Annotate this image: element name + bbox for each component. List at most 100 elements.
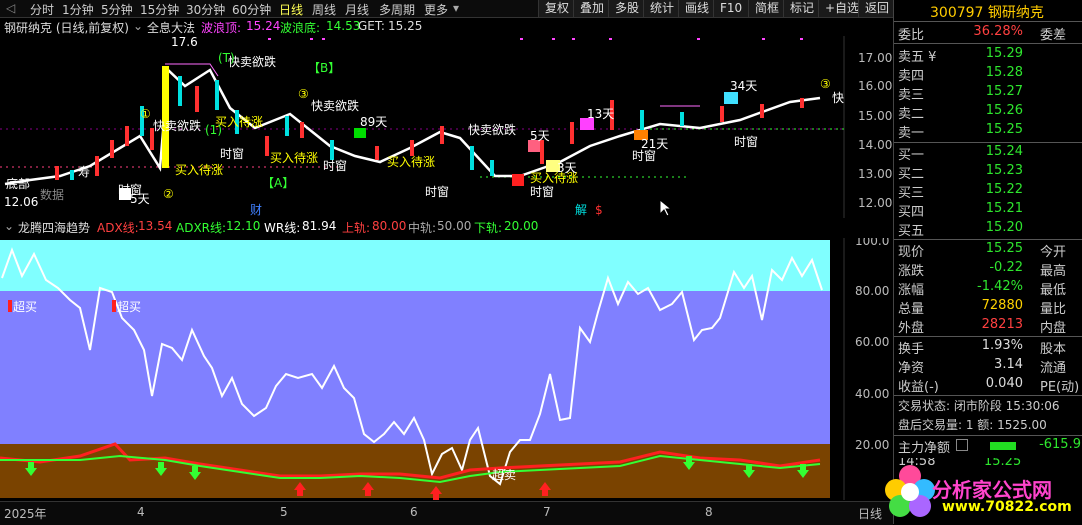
stat-row-change: 涨跌 -0.22 最高 [894, 260, 1082, 279]
sell4-label: 卖四 [898, 69, 925, 84]
annot-d13: 13天 [587, 107, 614, 121]
overlay-button[interactable]: 叠加 [573, 0, 610, 17]
sell1-row[interactable]: 卖一 15.25 [894, 122, 1082, 141]
annot-d5b: 5天 [130, 192, 150, 206]
main-flow-value: -615.9 [1039, 437, 1081, 452]
price-chart[interactable]: 快卖欲跌 快卖欲跌 快卖欲跌 快卖欲跌 买入待涨 买入待涨 买入待涨 买入待涨 … [0, 36, 893, 218]
stat-value: 28213 [981, 317, 1023, 332]
overbuy-label-2: 超买 [117, 299, 141, 314]
sell3-label: 卖三 [898, 88, 925, 103]
annot-buy3: 买入待涨 [270, 150, 318, 165]
wave-top-label: 波浪顶: [201, 21, 242, 35]
wave-bottom-label: 波浪底: [280, 21, 321, 35]
simple-frame-button[interactable]: 简框 [748, 0, 785, 17]
annot-d3: 3天 [557, 161, 577, 175]
buy5-price: 15.20 [985, 220, 1023, 235]
annot-t3: 时窗 [425, 185, 449, 199]
buy1-row[interactable]: 买一 15.24 [894, 144, 1082, 163]
annot-circle3: ③ [298, 87, 309, 101]
tab-5min[interactable]: 5分钟 [101, 1, 133, 18]
sell2-row[interactable]: 卖二 15.26 [894, 103, 1082, 122]
more-chevron-icon[interactable]: ▾ [453, 1, 459, 15]
tab-weekly[interactable]: 周线 [312, 1, 336, 18]
annot-d34: 34天 [730, 79, 757, 93]
sell3-row[interactable]: 卖三 15.27 [894, 84, 1082, 103]
date-2025: 2025年 [4, 507, 47, 521]
stat-right-label: 最高 [1040, 264, 1067, 279]
mark-button[interactable]: 标记 [783, 0, 820, 17]
ind-tick-60: 60.00 [855, 335, 889, 349]
chevron-left-icon[interactable]: ◁ [6, 1, 15, 15]
stat-label: 总量 [898, 302, 925, 317]
tab-60min[interactable]: 60分钟 [232, 1, 271, 18]
tab-30min[interactable]: 30分钟 [186, 1, 225, 18]
overbought-band [0, 240, 830, 291]
price-tick-13: 13.00 [858, 167, 892, 181]
divider [894, 239, 1082, 240]
fuquan-button[interactable]: 复权 [538, 0, 575, 17]
tab-multi-period[interactable]: 多周期 [379, 1, 415, 18]
stat2-value: 3.14 [994, 357, 1023, 372]
buy3-row[interactable]: 买三 15.22 [894, 182, 1082, 201]
annot-tihu: 寿 [78, 165, 90, 179]
weibi-label: 委比 [898, 28, 925, 43]
indicator-toggle-icon-2[interactable]: ⌄ [4, 219, 14, 233]
weibi-value: 36.28% [973, 24, 1023, 39]
sell2-price: 15.26 [985, 103, 1023, 118]
flower-logo-icon [885, 465, 935, 517]
indicator2-name[interactable]: 龙腾四海趋势 [18, 219, 90, 236]
sell4-price: 15.28 [985, 65, 1023, 80]
price-tick-14: 14.00 [858, 138, 892, 152]
buy2-label: 买二 [898, 167, 925, 182]
overbuy-marker [8, 300, 12, 312]
stats-button[interactable]: 统计 [643, 0, 680, 17]
tab-1min[interactable]: 1分钟 [62, 1, 94, 18]
weicha-label: 委差 [1040, 28, 1067, 43]
tab-fenshi[interactable]: 分时 [30, 1, 54, 18]
tab-monthly[interactable]: 月线 [345, 1, 369, 18]
date-axis: 2025年 4 5 6 7 8 日线 [0, 501, 893, 525]
tab-daily[interactable]: 日线 [279, 1, 303, 18]
f10-button[interactable]: F10 [713, 0, 748, 17]
lower-value: 20.00 [504, 219, 539, 233]
sell1-label: 卖一 [898, 126, 925, 141]
stat2-label: 净资 [898, 361, 925, 376]
buy4-row[interactable]: 买四 15.21 [894, 201, 1082, 220]
mid-value: 50.00 [437, 219, 472, 233]
sell2-label: 卖二 [898, 107, 925, 122]
indicator-toggle-icon[interactable]: ⌄ [133, 19, 143, 33]
annot-jie: 解 [575, 203, 587, 217]
tab-15min[interactable]: 15分钟 [140, 1, 179, 18]
price-tick-15: 15.00 [858, 109, 892, 123]
flow-bar [990, 442, 1016, 450]
draw-button[interactable]: 画线 [678, 0, 715, 17]
high-price-label: 17.6 [171, 36, 198, 49]
stat2-row-turnover: 换手 1.93% 股本 [894, 338, 1082, 357]
stat-row-pct: 涨幅 -1.42% 最低 [894, 279, 1082, 298]
sell4-row[interactable]: 卖四 15.28 [894, 65, 1082, 84]
back-button[interactable]: 返回 [858, 0, 895, 17]
annot-circle2: ② [163, 187, 174, 201]
buy2-row[interactable]: 买二 15.23 [894, 163, 1082, 182]
calc-icon[interactable] [956, 439, 968, 451]
date-jul: 7 [543, 505, 551, 519]
stat-right-label: 今开 [1040, 245, 1067, 260]
tab-more[interactable]: 更多 [424, 1, 448, 18]
stat-label: 涨跌 [898, 264, 925, 279]
sell3-price: 15.27 [985, 84, 1023, 99]
oversell-label: 超卖 [492, 467, 516, 482]
buy5-row[interactable]: 买五 15.20 [894, 220, 1082, 239]
stat2-label: 收益(-) [898, 380, 939, 395]
multi-stock-button[interactable]: 多股 [608, 0, 645, 17]
main-flow-row: 主力净额 -615.9 [894, 437, 1082, 456]
annot-bottom: 底部 [6, 176, 30, 191]
wr-label: WR线: [264, 221, 301, 235]
divider [894, 395, 1082, 396]
indicator-chart[interactable]: 超买 超买 超卖 100.0 80.00 60.00 40.00 20.00 [0, 238, 893, 500]
date-may: 5 [280, 505, 288, 519]
indicator-name[interactable]: 全息大法 [147, 19, 195, 36]
sell5-row[interactable]: 卖五 ¥ 15.29 [894, 46, 1082, 65]
stat2-value: 1.93% [981, 338, 1023, 353]
stat2-right-label: PE(动) [1040, 380, 1080, 395]
stock-title: 300797 钢研纳克 [930, 2, 1044, 22]
